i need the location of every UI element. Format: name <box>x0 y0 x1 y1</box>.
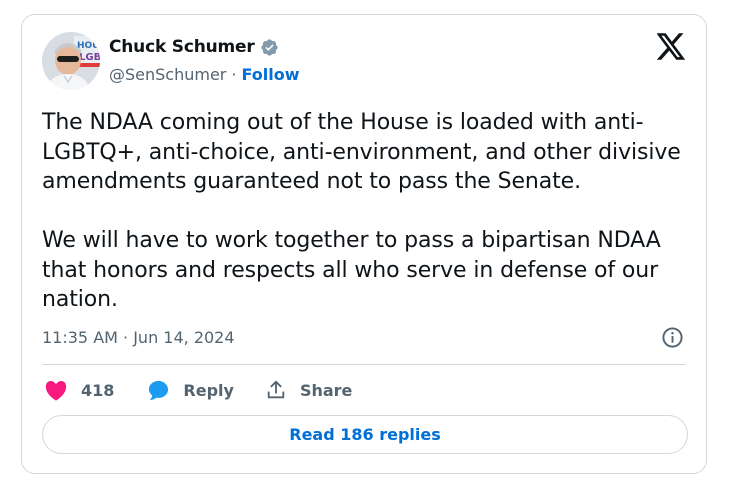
svg-text:LGBT: LGBT <box>79 52 100 63</box>
info-icon[interactable] <box>661 326 684 349</box>
reply-button[interactable]: Reply <box>147 379 234 402</box>
author-handle[interactable]: @SenSchumer <box>109 65 226 84</box>
action-bar: 418 Reply Share <box>44 377 352 403</box>
like-button[interactable]: 418 <box>44 379 114 401</box>
author-name-row: Chuck Schumer <box>109 37 279 57</box>
reply-label: Reply <box>183 380 234 400</box>
read-replies-button[interactable]: Read 186 replies <box>42 415 688 454</box>
divider <box>42 364 686 365</box>
avatar-photo: HOU LGBT <box>42 32 100 90</box>
reply-bubble-icon <box>147 379 170 402</box>
tweet-timestamp[interactable]: 11:35 AM · Jun 14, 2024 <box>42 328 235 347</box>
tweet-text: The NDAA coming out of the House is load… <box>42 110 681 312</box>
avatar[interactable]: HOU LGBT <box>42 32 100 90</box>
tweet-card: HOU LGBT Chuck Schumer @SenSchumer · Fol… <box>21 14 707 474</box>
share-icon <box>265 379 287 401</box>
heart-icon <box>44 379 68 401</box>
author-name[interactable]: Chuck Schumer <box>109 37 255 57</box>
verified-badge-icon <box>260 38 279 57</box>
like-count: 418 <box>81 380 115 400</box>
share-label: Share <box>299 380 353 400</box>
author-handle-row: @SenSchumer · Follow <box>109 65 300 84</box>
follow-button[interactable]: Follow <box>241 65 299 84</box>
x-logo-icon[interactable] <box>656 33 686 60</box>
handle-separator: · <box>231 65 237 84</box>
share-button[interactable]: Share <box>265 379 352 401</box>
